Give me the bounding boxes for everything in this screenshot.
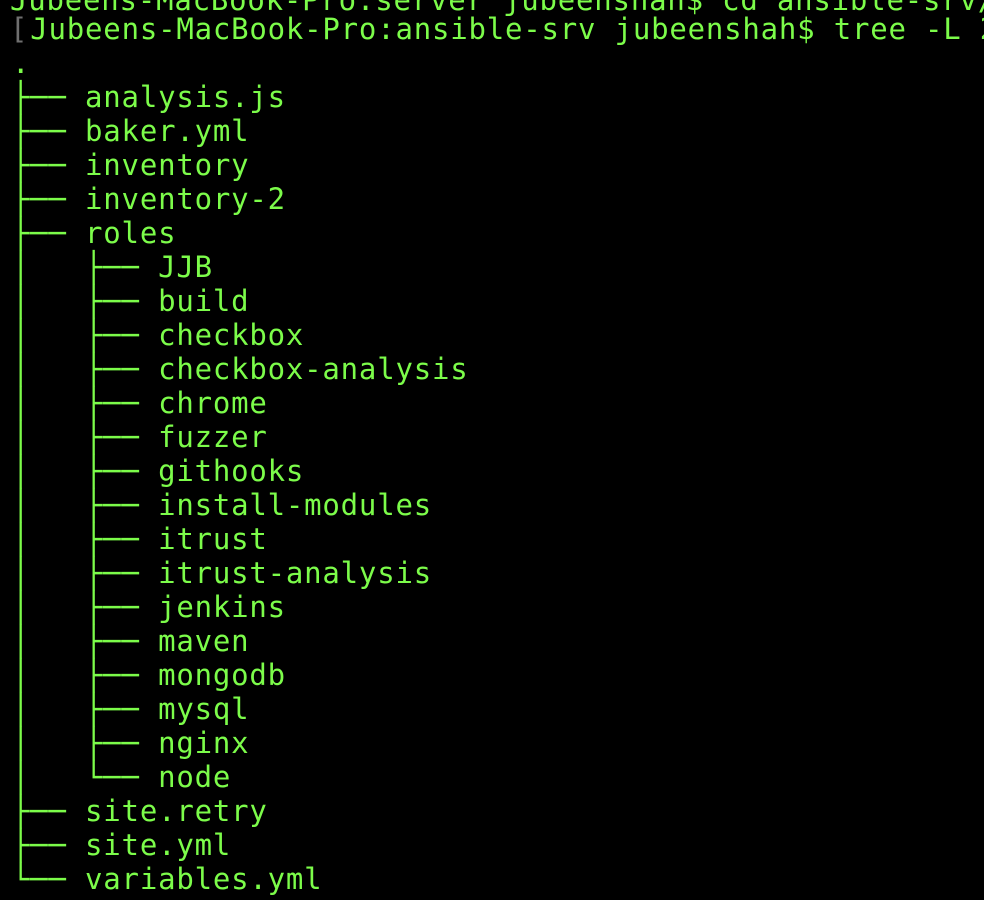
tree-line: ├── site.retry [12, 794, 268, 828]
tree-line: │ ├── build [12, 284, 250, 318]
tree-line: │ ├── checkbox-analysis [12, 352, 469, 386]
tree-line: . [12, 46, 31, 80]
tree-line: │ ├── mongodb [12, 658, 286, 692]
tree-line: │ ├── chrome [12, 386, 268, 420]
tree-line: │ ├── jenkins [12, 590, 286, 624]
tree-line: ├── inventory [12, 148, 250, 182]
tree-line: │ ├── nginx [12, 726, 250, 760]
tree-line: ├── analysis.js [12, 80, 286, 114]
tree-line: │ ├── githooks [12, 454, 305, 488]
tree-line: ├── baker.yml [12, 114, 250, 148]
terminal-window[interactable]: Jubeens-MacBook-Pro:server jubeenshah$ c… [0, 0, 984, 900]
tree-line: │ ├── fuzzer [12, 420, 268, 454]
tree-line: ├── site.yml [12, 828, 232, 862]
tree-line: │ ├── itrust-analysis [12, 556, 432, 590]
prompt-bracket: [ [10, 12, 29, 46]
tree-line: ├── inventory-2 [12, 182, 286, 216]
tree-line: │ ├── itrust [12, 522, 268, 556]
tree-line: ├── roles [12, 216, 177, 250]
tree-line: │ ├── mysql [12, 692, 250, 726]
command-text: tree -L 2 [833, 12, 984, 46]
shell-prompt: Jubeens-MacBook-Pro:ansible-srv jubeensh… [30, 12, 834, 46]
tree-line: │ ├── maven [12, 624, 250, 658]
tree-line: │ └── node [12, 760, 232, 794]
tree-line: │ ├── install-modules [12, 488, 432, 522]
tree-line: └── variables.yml [12, 862, 323, 896]
prompt-line: [Jubeens-MacBook-Pro:ansible-srv jubeens… [10, 12, 984, 46]
tree-line: │ ├── checkbox [12, 318, 305, 352]
tree-line: │ ├── JJB [12, 250, 213, 284]
